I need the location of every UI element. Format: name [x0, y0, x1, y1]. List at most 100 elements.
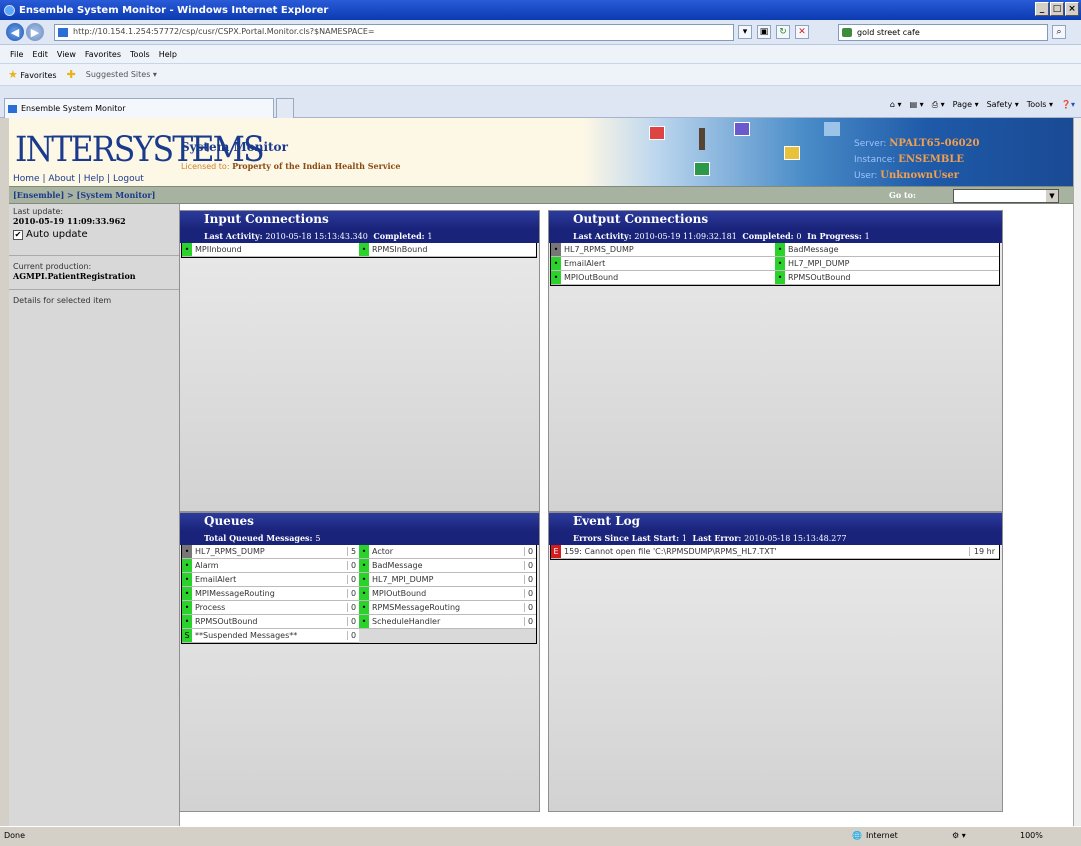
status-ok-icon: •	[359, 559, 369, 572]
stop-icon[interactable]: ✕	[795, 25, 809, 39]
queue-item[interactable]: • EmailAlert 0	[182, 573, 359, 587]
input-item-mpiinbound[interactable]: • MPIInbound	[182, 243, 359, 257]
address-bar[interactable]: http://10.154.1.254:57772/csp/cusr/CSPX.…	[54, 24, 734, 41]
input-item-label: MPIInbound	[195, 245, 242, 254]
menu-tools[interactable]: Tools	[130, 50, 150, 59]
output-item[interactable]: • HL7_RPMS_DUMP	[551, 243, 775, 257]
back-icon[interactable]: ◀	[6, 23, 24, 41]
protected-mode-icon[interactable]: ⚙ ▾	[952, 831, 966, 840]
queues-summary: Total Queued Messages: 5	[180, 531, 539, 545]
banner-person-icon	[699, 128, 705, 150]
input-item-rpmsinbound[interactable]: • RPMSInBound	[359, 243, 536, 257]
search-value: gold street cafe	[857, 28, 920, 37]
output-item[interactable]: • BadMessage	[775, 243, 999, 257]
page-favicon	[58, 28, 68, 37]
print-icon[interactable]: ⎙ ▾	[932, 100, 945, 110]
zone-label: Internet	[866, 831, 898, 840]
close-button[interactable]: ×	[1065, 2, 1079, 16]
menu-favorites[interactable]: Favorites	[85, 50, 121, 59]
page-scrollbar[interactable]	[1073, 118, 1081, 826]
suggested-sites[interactable]: Suggested Sites ▾	[86, 70, 157, 79]
sidebar: Last update: 2010-05-19 11:09:33.962 ✔ A…	[9, 204, 180, 826]
logout-link[interactable]: Logout	[113, 174, 144, 184]
status-ok-icon: •	[359, 587, 369, 600]
queue-name: Process	[195, 603, 226, 612]
portal-header: INTERSYSTEMS Home | About | Help | Logou…	[9, 118, 1073, 186]
page-menu[interactable]: Page ▾	[953, 100, 979, 110]
production-label: Current production:	[13, 262, 92, 271]
queue-item[interactable]: • Actor 0	[359, 545, 536, 559]
feeds-icon[interactable]: ▤ ▾	[910, 100, 924, 110]
home-icon[interactable]: ⌂ ▾	[890, 100, 902, 110]
zoom-level[interactable]: 100%	[1020, 831, 1043, 840]
menu-file[interactable]: File	[10, 50, 23, 59]
queue-item[interactable]: • Process 0	[182, 601, 359, 615]
help-link[interactable]: Help	[84, 174, 105, 184]
status-bar: Done 🌐 Internet ⚙ ▾ 100%	[0, 826, 1081, 846]
menu-view[interactable]: View	[57, 50, 76, 59]
help-icon[interactable]: ❓▾	[1061, 100, 1075, 110]
address-dropdown-icon[interactable]: ▾	[738, 25, 752, 39]
add-favorite-icon[interactable]: ✚	[67, 68, 76, 81]
chevron-down-icon[interactable]: ▼	[1046, 190, 1058, 202]
queue-item[interactable]: • HL7_MPI_DUMP 0	[359, 573, 536, 587]
checkbox-checked-icon[interactable]: ✔	[13, 229, 23, 240]
tab-ensemble[interactable]: Ensemble System Monitor	[4, 98, 274, 118]
search-icon[interactable]: ⌕	[1052, 25, 1066, 39]
home-link[interactable]: Home	[13, 174, 40, 184]
status-ok-icon: •	[182, 615, 192, 628]
window-title-bar: Ensemble System Monitor - Windows Intern…	[0, 0, 1081, 20]
queue-item[interactable]: • Alarm 0	[182, 559, 359, 573]
queues-grid: • HL7_RPMS_DUMP 5 • Actor 0 • Alarm 0 • BadMess…	[181, 545, 537, 644]
error-icon: E	[551, 545, 561, 558]
output-item-label: MPIOutBound	[564, 273, 619, 282]
status-ok-icon: •	[551, 271, 561, 284]
last-update-label: Last update:	[13, 207, 64, 216]
banner-red-icon	[649, 126, 665, 140]
queue-count: 0	[524, 589, 536, 598]
minimize-button[interactable]: _	[1035, 2, 1049, 16]
queue-name: EmailAlert	[195, 575, 237, 584]
queue-name: HL7_MPI_DUMP	[372, 575, 434, 584]
input-completed-value: 1	[427, 232, 433, 241]
output-item[interactable]: • RPMSOutBound	[775, 271, 999, 285]
status-text: Done	[4, 831, 26, 840]
menu-help[interactable]: Help	[159, 50, 177, 59]
queue-item[interactable]: • MPIMessageRouting 0	[182, 587, 359, 601]
input-activity-label: Last Activity:	[204, 231, 263, 241]
breadcrumb[interactable]: [Ensemble] > [System Monitor]	[13, 190, 155, 200]
safety-menu[interactable]: Safety ▾	[987, 100, 1019, 110]
queue-item[interactable]: • MPIOutBound 0	[359, 587, 536, 601]
favorites-label: Favorites	[20, 71, 57, 80]
goto-select[interactable]: ▼	[953, 189, 1059, 203]
output-item[interactable]: • MPIOutBound	[551, 271, 775, 285]
new-tab-button[interactable]	[276, 98, 294, 118]
queue-item[interactable]: • HL7_RPMS_DUMP 5	[182, 545, 359, 559]
queue-item[interactable]: • RPMSOutBound 0	[182, 615, 359, 629]
event-text: 159: Cannot open file 'C:\RPMSDUMP\RPMS_…	[564, 547, 777, 556]
queue-item[interactable]: • ScheduleHandler 0	[359, 615, 536, 629]
maximize-button[interactable]: □	[1050, 2, 1064, 16]
auto-update-checkbox[interactable]: ✔ Auto update	[13, 229, 175, 240]
queue-item-suspended[interactable]: S **Suspended Messages** 0	[182, 629, 359, 643]
output-activity-label: Last Activity:	[573, 231, 632, 241]
banner-globe-icon	[824, 122, 840, 136]
menu-edit[interactable]: Edit	[32, 50, 48, 59]
output-item[interactable]: • HL7_MPI_DUMP	[775, 257, 999, 271]
output-completed-value: 0	[796, 232, 802, 241]
search-input[interactable]: gold street cafe	[838, 24, 1048, 41]
queue-item[interactable]: • RPMSMessageRouting 0	[359, 601, 536, 615]
forward-icon[interactable]: ▶	[26, 23, 44, 41]
ie-icon	[4, 4, 15, 16]
about-link[interactable]: About	[48, 174, 75, 184]
event-log-entry[interactable]: E 159: Cannot open file 'C:\RPMSDUMP\RPM…	[551, 545, 999, 559]
event-log-title: Event Log	[549, 513, 1002, 531]
server-label: Server:	[854, 139, 887, 149]
queue-item[interactable]: • BadMessage 0	[359, 559, 536, 573]
favorites-button[interactable]: ★ Favorites	[8, 68, 57, 81]
address-text: http://10.154.1.254:57772/csp/cusr/CSPX.…	[73, 27, 375, 36]
tools-menu[interactable]: Tools ▾	[1027, 100, 1053, 110]
refresh-icon[interactable]: ↻	[776, 25, 790, 39]
compatibility-icon[interactable]: ▣	[757, 25, 771, 39]
output-item[interactable]: • EmailAlert	[551, 257, 775, 271]
